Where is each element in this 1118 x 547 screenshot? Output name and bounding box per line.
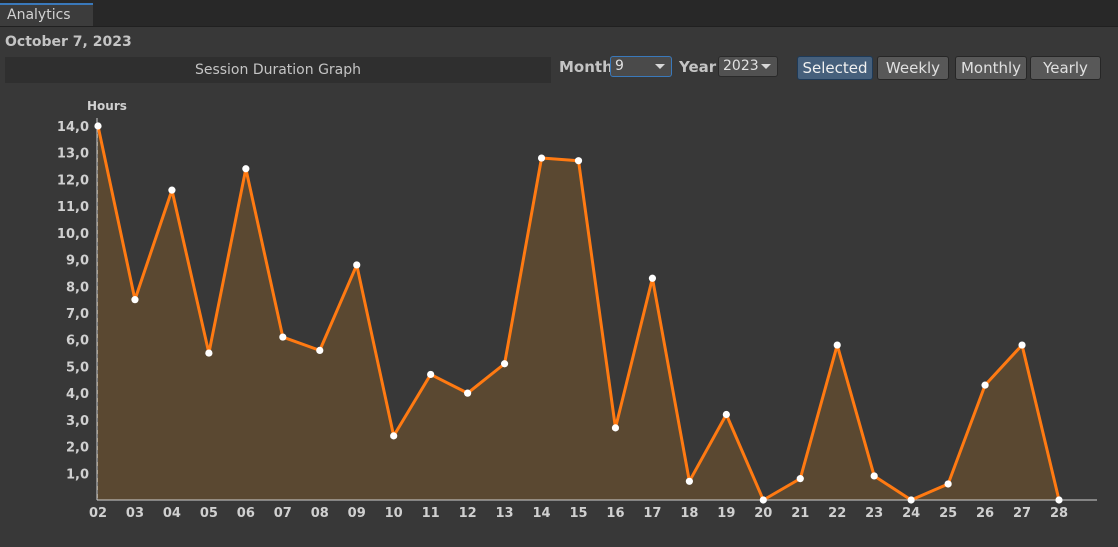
x-tick-label-15: 15 [569, 506, 587, 521]
y-tick-label: 1,0 [66, 467, 89, 482]
x-tick-label-22: 22 [828, 506, 846, 521]
x-tick-label-16: 16 [606, 506, 624, 521]
x-tick-label-23: 23 [865, 506, 883, 521]
y-tick-label: 14,0 [57, 120, 89, 135]
data-point-22 [833, 341, 841, 349]
y-tick-label: 6,0 [66, 334, 89, 349]
data-point-14 [537, 154, 546, 162]
x-tick-label-19: 19 [717, 506, 735, 521]
x-tick-label-09: 09 [348, 506, 366, 521]
x-tick-label-04: 04 [163, 506, 181, 521]
data-point-13 [500, 360, 509, 368]
y-tick-label: 7,0 [66, 307, 89, 322]
data-point-28 [1055, 496, 1063, 504]
data-point-12 [464, 389, 472, 397]
data-point-08 [316, 346, 324, 354]
y-tick-label: 13,0 [57, 147, 89, 162]
y-tick-label: 10,0 [57, 227, 89, 242]
y-tick-label: 3,0 [66, 414, 89, 429]
x-tick-label-07: 07 [274, 506, 292, 521]
y-tick-labels: 1,0 2,0 3,0 4,0 5,0 6,0 7,0 8,0 9,0 10,0 11,0 12,0 1… [57, 120, 89, 482]
data-point-18 [685, 477, 693, 485]
x-tick-label-25: 25 [939, 506, 957, 521]
x-tick-label-27: 27 [1013, 506, 1031, 521]
analytics-window: Analytics October 7, 2023 Session Durati… [0, 0, 1118, 547]
y-tick-label: 9,0 [66, 254, 89, 269]
x-tick-label-05: 05 [200, 506, 218, 521]
data-point-23 [870, 472, 878, 480]
y-tick-label: 11,0 [57, 200, 89, 215]
data-point-17 [648, 274, 657, 282]
y-tick-label: 8,0 [66, 280, 89, 295]
x-tick-label-24: 24 [902, 506, 920, 521]
y-tick-label: 2,0 [66, 441, 89, 456]
x-tick-label-08: 08 [311, 506, 329, 521]
x-tick-label-13: 13 [496, 506, 514, 521]
data-point-04 [168, 186, 176, 194]
y-tick-label: 12,0 [57, 173, 89, 188]
x-tick-label-10: 10 [385, 506, 403, 521]
data-point-26 [981, 381, 989, 389]
x-tick-label-17: 17 [643, 506, 661, 521]
x-tick-label-28: 28 [1050, 506, 1068, 521]
x-tick-label-14: 14 [532, 506, 550, 521]
data-point-24 [907, 496, 915, 504]
data-point-03 [131, 296, 139, 304]
data-point-02 [94, 122, 102, 130]
data-point-25 [944, 480, 952, 488]
data-point-21 [796, 475, 804, 483]
data-point-27 [1018, 341, 1026, 349]
data-point-11 [427, 370, 435, 379]
data-point-07 [279, 333, 287, 341]
data-point-09 [353, 261, 361, 269]
x-tick-label-26: 26 [976, 506, 994, 521]
x-tick-label-12: 12 [459, 506, 477, 521]
x-tick-label-20: 20 [754, 506, 772, 521]
data-point-19 [722, 410, 730, 419]
x-tick-label-06: 06 [237, 506, 255, 521]
session-duration-chart: Hours 1,0 2,0 3,0 4,0 5,0 6,0 7,0 8,0 9,0 10,0 11,… [57, 99, 1097, 521]
x-tick-label-02: 02 [89, 506, 107, 521]
x-tick-label-18: 18 [680, 506, 698, 521]
data-point-20 [759, 496, 767, 504]
data-point-06 [242, 165, 250, 173]
y-axis-title: Hours [87, 99, 127, 113]
data-point-16 [611, 424, 620, 432]
data-point-10 [390, 432, 398, 440]
y-tick-label: 5,0 [66, 360, 89, 375]
data-point-15 [574, 157, 583, 165]
x-tick-labels: 02 03 04 05 06 07 08 09 10 11 12 13 14 15 16 17 18 19 20 21… [89, 506, 1068, 521]
x-tick-label-03: 03 [126, 506, 144, 521]
x-tick-label-11: 11 [422, 506, 440, 521]
data-point-05 [205, 349, 213, 357]
y-tick-label: 4,0 [66, 387, 89, 402]
x-tick-label-21: 21 [791, 506, 809, 521]
